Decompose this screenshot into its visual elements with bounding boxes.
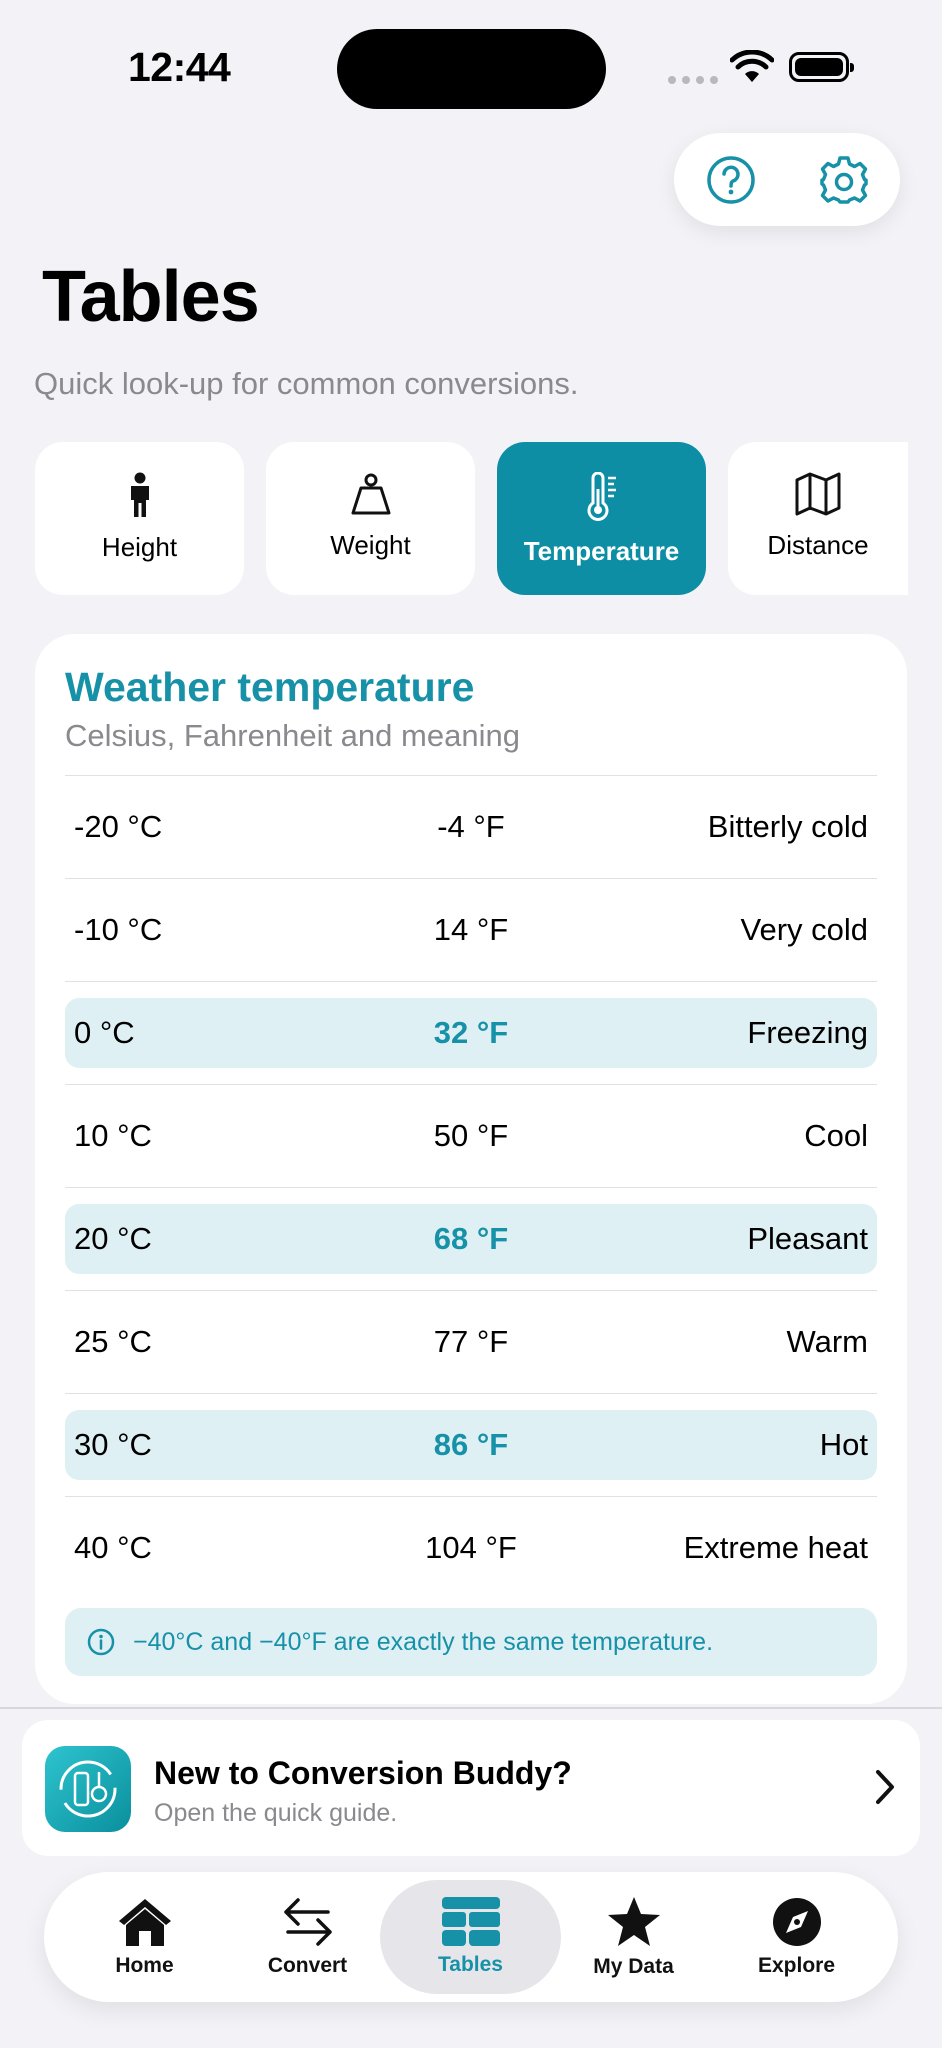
gear-icon (819, 155, 868, 204)
wifi-icon (730, 50, 774, 82)
settings-button[interactable] (787, 133, 900, 226)
nav-label: Convert (267, 1954, 348, 1977)
nav-explore[interactable]: Explore (715, 1872, 878, 2002)
divider (0, 1707, 942, 1709)
arrows-icon (283, 1898, 332, 1946)
table-icon (441, 1897, 500, 1946)
meaning-cell: Bitterly cold (707, 809, 868, 844)
table-row-highlighted: 0 °C 32 °F Freezing (65, 981, 877, 1084)
nav-label: Home (115, 1954, 174, 1977)
star-icon (607, 1897, 660, 1946)
tab-temperature[interactable]: Temperature (497, 442, 706, 595)
tip-text: −40°C and −40°F are exactly the same tem… (133, 1627, 714, 1656)
nav-label: Tables (438, 1953, 503, 1976)
banner-subtitle: Open the quick guide. (154, 1799, 398, 1827)
meaning-cell: Very cold (740, 912, 868, 947)
nav-label: Explore (757, 1954, 836, 1977)
status-time: 12:44 (128, 44, 231, 90)
nav-tables[interactable]: Tables (389, 1872, 552, 2002)
help-button[interactable] (674, 133, 787, 226)
weight-icon (351, 473, 390, 515)
tab-distance[interactable]: Distance (728, 442, 908, 595)
table-row: -10 °C 14 °F Very cold (65, 878, 877, 981)
quick-guide-banner[interactable]: New to Conversion Buddy? Open the quick … (22, 1720, 920, 1856)
page-title: Tables (42, 257, 260, 337)
tab-bar: Home Convert Tables My Data Explore (44, 1872, 898, 2002)
tab-label: Height (101, 532, 178, 562)
banner-title: New to Conversion Buddy? (154, 1755, 572, 1791)
card-title: Weather temperature (65, 664, 475, 710)
chevron-right-icon (876, 1770, 894, 1804)
tab-label: Distance (767, 530, 869, 560)
meaning-cell: Hot (819, 1427, 868, 1462)
meaning-cell: Warm (786, 1324, 869, 1359)
app-logo-icon (45, 1746, 131, 1832)
page-subtitle: Quick look-up for common conversions. (34, 366, 579, 401)
nav-label: My Data (593, 1955, 674, 1978)
top-actions (674, 133, 900, 226)
card-subtitle: Celsius, Fahrenheit and meaning (65, 718, 520, 753)
meaning-cell: Cool (804, 1118, 868, 1153)
battery-icon (789, 52, 854, 82)
meaning-cell: Extreme heat (683, 1530, 868, 1565)
tab-label: Weight (330, 530, 411, 560)
table-row-highlighted: 20 °C 68 °F Pleasant (65, 1187, 877, 1290)
question-icon (706, 155, 755, 204)
cellular-signal-icon (668, 76, 718, 84)
fahrenheit-cell: 50 °F (433, 1118, 509, 1153)
dynamic-island (337, 29, 606, 109)
nav-convert[interactable]: Convert (226, 1872, 389, 2002)
table-row: 25 °C 77 °F Warm (65, 1290, 877, 1393)
map-icon (795, 472, 841, 516)
table-row: 10 °C 50 °F Cool (65, 1084, 877, 1187)
table-row: -20 °C -4 °F Bitterly cold (65, 775, 877, 878)
meaning-cell: Freezing (747, 1015, 868, 1050)
tab-label: Temperature (523, 536, 680, 566)
nav-my-data[interactable]: My Data (552, 1872, 715, 2002)
conversion-table: -20 °C -4 °F Bitterly cold -10 °C 14 °F … (65, 775, 877, 1599)
person-icon (130, 472, 149, 517)
info-tip: −40°C and −40°F are exactly the same tem… (65, 1608, 877, 1676)
fahrenheit-cell: 86 °F (433, 1427, 509, 1462)
compass-icon (772, 1898, 821, 1946)
tab-height[interactable]: Height (35, 442, 244, 595)
thermometer-icon (587, 472, 616, 521)
fahrenheit-cell: 77 °F (433, 1324, 509, 1359)
table-row: 40 °C 104 °F Extreme heat (65, 1496, 877, 1599)
tab-weight[interactable]: Weight (266, 442, 475, 595)
meaning-cell: Pleasant (747, 1221, 868, 1256)
temperature-card: Weather temperature Celsius, Fahrenheit … (35, 634, 907, 1704)
nav-home[interactable]: Home (63, 1872, 226, 2002)
home-icon (118, 1899, 171, 1946)
table-row-highlighted: 30 °C 86 °F Hot (65, 1393, 877, 1496)
info-icon (87, 1628, 115, 1656)
